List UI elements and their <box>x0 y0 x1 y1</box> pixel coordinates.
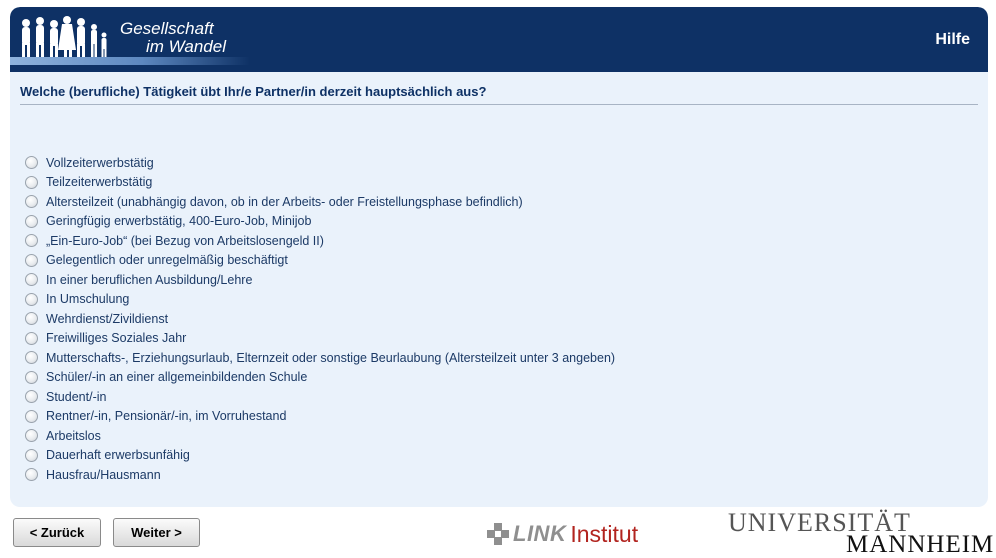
help-link[interactable]: Hilfe <box>935 31 970 49</box>
link-cross-icon <box>487 523 509 545</box>
radio-button[interactable] <box>25 273 38 287</box>
header-bar: Gesellschaft im Wandel Hilfe <box>10 7 988 72</box>
option-label[interactable]: In einer beruflichen Ausbildung/Lehre <box>46 273 252 287</box>
option-row[interactable]: Geringfügig erwerbstätig, 400-Euro-Job, … <box>25 212 615 232</box>
option-row[interactable]: Hausfrau/Hausmann <box>25 465 615 485</box>
option-row[interactable]: Dauerhaft erwerbsunfähig <box>25 446 615 466</box>
question-text: Welche (berufliche) Tätigkeit übt Ihr/e … <box>20 84 978 105</box>
radio-button[interactable] <box>25 409 38 423</box>
option-label[interactable]: Vollzeiterwerbstätig <box>46 156 154 170</box>
radio-button[interactable] <box>25 292 38 306</box>
option-label[interactable]: „Ein-Euro-Job“ (bei Bezug von Arbeitslos… <box>46 234 324 248</box>
radio-button[interactable] <box>25 253 38 267</box>
option-row[interactable]: Arbeitslos <box>25 426 615 446</box>
option-row[interactable]: In einer beruflichen Ausbildung/Lehre <box>25 270 615 290</box>
option-label[interactable]: Dauerhaft erwerbsunfähig <box>46 448 190 462</box>
option-row[interactable]: Teilzeiterwerbstätig <box>25 173 615 193</box>
option-row[interactable]: „Ein-Euro-Job“ (bei Bezug von Arbeitslos… <box>25 231 615 251</box>
option-row[interactable]: Student/-in <box>25 387 615 407</box>
logo-stripe <box>10 57 250 65</box>
people-logo-icon <box>22 16 107 60</box>
radio-button[interactable] <box>25 468 38 482</box>
option-label[interactable]: Gelegentlich oder unregelmäßig beschäfti… <box>46 253 288 267</box>
option-label[interactable]: Wehrdienst/Zivildienst <box>46 312 168 326</box>
radio-button[interactable] <box>25 429 38 443</box>
back-button[interactable]: < Zurück <box>13 518 101 547</box>
radio-button[interactable] <box>25 370 38 384</box>
option-row[interactable]: Vollzeiterwerbstätig <box>25 153 615 173</box>
uni-line2: MANNHEIM <box>846 531 995 558</box>
radio-button[interactable] <box>25 312 38 326</box>
link-institut-logo: LINK Institut <box>487 518 638 550</box>
option-label[interactable]: Hausfrau/Hausmann <box>46 468 161 482</box>
option-row[interactable]: Rentner/-in, Pensionär/-in, im Vorruhest… <box>25 407 615 427</box>
option-label[interactable]: Teilzeiterwerbstätig <box>46 175 152 189</box>
link-institut-text: Institut <box>570 520 639 547</box>
option-label[interactable]: Freiwilliges Soziales Jahr <box>46 331 186 345</box>
option-label[interactable]: Mutterschafts-, Erziehungsurlaub, Eltern… <box>46 351 615 365</box>
radio-button[interactable] <box>25 448 38 462</box>
option-row[interactable]: Gelegentlich oder unregelmäßig beschäfti… <box>25 251 615 271</box>
option-label[interactable]: Geringfügig erwerbstätig, 400-Euro-Job, … <box>46 214 311 228</box>
radio-button[interactable] <box>25 195 38 209</box>
option-row[interactable]: Freiwilliges Soziales Jahr <box>25 329 615 349</box>
answer-options: Vollzeiterwerbstätig Teilzeiterwerbstäti… <box>25 153 615 485</box>
option-row[interactable]: Mutterschafts-, Erziehungsurlaub, Eltern… <box>25 348 615 368</box>
radio-button[interactable] <box>25 390 38 404</box>
radio-button[interactable] <box>25 214 38 228</box>
option-label[interactable]: Rentner/-in, Pensionär/-in, im Vorruhest… <box>46 409 286 423</box>
logo-text-line1: Gesellschaft <box>120 19 214 38</box>
uni-mannheim-logo: UNIVERSITÄT MANNHEIM <box>728 510 993 558</box>
option-label[interactable]: Student/-in <box>46 390 106 404</box>
radio-button[interactable] <box>25 175 38 189</box>
option-row[interactable]: Schüler/-in an einer allgemeinbildenden … <box>25 368 615 388</box>
radio-button[interactable] <box>25 351 38 365</box>
link-wordmark: LINK <box>513 521 567 546</box>
next-button[interactable]: Weiter > <box>113 518 200 547</box>
option-label[interactable]: Arbeitslos <box>46 429 101 443</box>
option-row[interactable]: Wehrdienst/Zivildienst <box>25 309 615 329</box>
radio-button[interactable] <box>25 234 38 248</box>
radio-button[interactable] <box>25 331 38 345</box>
option-label[interactable]: Altersteilzeit (unabhängig davon, ob in … <box>46 195 523 209</box>
option-label[interactable]: Schüler/-in an einer allgemeinbildenden … <box>46 370 307 384</box>
logo-text-line2: im Wandel <box>146 37 226 56</box>
option-row[interactable]: In Umschulung <box>25 290 615 310</box>
survey-panel: Gesellschaft im Wandel Hilfe Welche (ber… <box>10 7 988 507</box>
radio-button[interactable] <box>25 156 38 170</box>
option-row[interactable]: Altersteilzeit (unabhängig davon, ob in … <box>25 192 615 212</box>
option-label[interactable]: In Umschulung <box>46 292 129 306</box>
